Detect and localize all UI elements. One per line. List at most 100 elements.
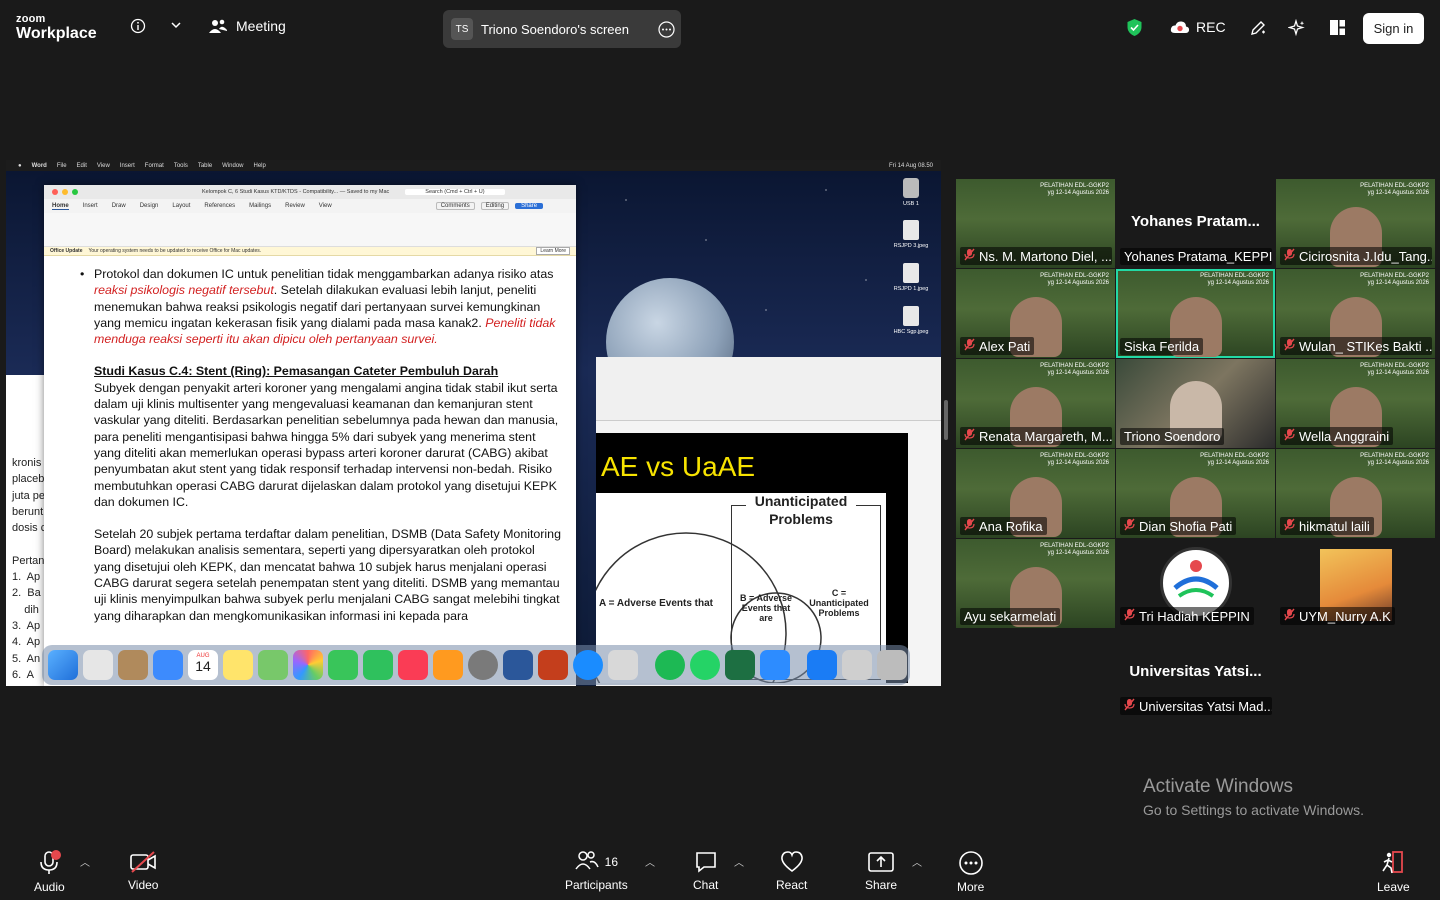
participants-button[interactable]: 16 Participants [565,850,628,892]
calendar-icon[interactable]: AUG 14 [188,650,218,680]
audio-label: Audio [34,880,65,894]
share-doc-button[interactable]: Share [515,203,544,209]
chat-options-caret[interactable]: ︿ [734,854,744,869]
react-button[interactable]: React [776,850,807,892]
tab-design[interactable]: Design [140,203,159,209]
video-button[interactable]: Video [128,850,158,892]
maps-icon[interactable] [258,650,288,680]
participants-options-caret[interactable]: ︿ [645,854,655,869]
tab-layout[interactable]: Layout [172,203,190,209]
participant-tile[interactable]: PELATIHAN EDL-GGKP2 yg 12-14 Agustus 202… [956,359,1115,448]
more-label: More [957,880,985,894]
participant-tile[interactable]: PELATIHAN EDL-GGKP2 yg 12-14 Agustus 202… [956,269,1115,358]
tab-home[interactable]: Home [52,203,69,210]
mail-icon[interactable] [153,650,183,680]
trash-icon[interactable] [877,650,907,680]
participant-name-tag: Triono Soendoro [1120,428,1225,445]
powerpoint-app-icon[interactable] [538,650,568,680]
zoom-app-icon[interactable] [760,650,790,680]
spotify-icon[interactable] [655,650,685,680]
excel-app-icon[interactable] [725,650,755,680]
finder-icon[interactable] [48,650,78,680]
tab-references[interactable]: References [204,203,235,209]
participant-tile[interactable]: UYM_Nurry A.K [1276,539,1435,628]
menu-edit: Edit [76,162,87,169]
launchpad-icon[interactable] [83,650,113,680]
participant-tile[interactable]: PELATIHAN EDL-GGKP2 yg 12-14 Agustus 202… [1276,179,1435,268]
books-icon[interactable] [433,650,463,680]
meeting-menu[interactable]: Meeting [208,18,286,34]
participant-name: Siska Ferilda [1124,339,1200,354]
participant-tile[interactable]: Tri Hadiah KEPPIN [1116,539,1275,628]
participant-tile[interactable]: PELATIHAN EDL-GGKP2 yg 12-14 Agustus 202… [956,179,1115,268]
notes-icon[interactable] [223,650,253,680]
menu-format: Format [144,162,164,169]
participant-tile[interactable]: PELATIHAN EDL-GGKP2 yg 12-14 Agustus 202… [956,449,1115,538]
leave-button[interactable]: Leave [1377,850,1410,894]
participant-tile[interactable]: PELATIHAN EDL-GGKP2 yg 12-14 Agustus 202… [1116,449,1275,538]
more-options-icon[interactable] [658,21,675,38]
recording-indicator[interactable]: REC [1170,19,1226,35]
share-button[interactable]: Share [865,850,897,892]
muted-mic-icon [1284,518,1295,534]
close-window-icon[interactable] [52,189,58,195]
participant-tile[interactable]: Universitas Yatsi... Universitas Yatsi Ma… [1116,629,1275,718]
chat-button[interactable]: Chat [693,850,718,892]
document-body[interactable]: Protokol dan dokumen IC untuk penelitian… [44,256,576,624]
sign-in-button[interactable]: Sign in [1363,13,1424,44]
share-options-caret[interactable]: ︿ [912,854,922,869]
preview-icon[interactable] [608,650,638,680]
music-icon[interactable] [398,650,428,680]
audio-options-caret[interactable]: ︿ [80,854,90,869]
view-layout-icon[interactable] [1329,19,1346,36]
shield-icon[interactable] [1126,18,1143,37]
tab-mailings[interactable]: Mailings [249,203,271,209]
leave-icon [1382,851,1404,874]
word-search[interactable]: Search (Cmd + Ctrl + U) [405,189,505,195]
participant-name-tag: Alex Pati [960,337,1035,355]
contacts-icon[interactable] [118,650,148,680]
comments-button[interactable]: Comments [435,202,475,210]
app-store-icon[interactable] [807,650,837,680]
participant-tile[interactable]: PELATIHAN EDL-GGKP2 yg 12-14 Agustus 202… [1276,269,1435,358]
participant-tile[interactable]: PELATIHAN EDL-GGKP2 yg 12-14 Agustus 202… [956,539,1115,628]
virtual-background-banner: PELATIHAN EDL-GGKP2 yg 12-14 Agustus 202… [1040,273,1109,287]
participant-tile[interactable]: PELATIHAN EDL-GGKP2 yg 12-14 Agustus 202… [1276,449,1435,538]
participant-tile[interactable]: Yohanes Pratam... Yohanes Pratama_KEPPIN [1116,179,1275,268]
people-icon [209,19,227,33]
splitter-handle[interactable] [944,400,948,440]
screen-share-pill[interactable]: TS Triono Soendoro's screen [443,10,681,48]
chevron-down-icon[interactable] [170,20,182,30]
maximize-window-icon[interactable] [72,189,78,195]
annotate-icon[interactable] [1249,19,1267,37]
tab-insert[interactable]: Insert [83,203,98,209]
documents-folder-icon[interactable] [842,650,872,680]
participants-count: 16 [604,855,619,869]
participant-name: Yohanes Pratama_KEPPIN [1124,249,1272,264]
word-app-icon[interactable] [503,650,533,680]
participant-tile[interactable]: PELATIHAN EDL-GGKP2 yg 12-14 Agustus 202… [1116,269,1275,358]
tab-draw[interactable]: Draw [112,203,126,209]
safari-icon[interactable] [573,650,603,680]
audio-button[interactable]: Audio [34,850,65,894]
photos-icon[interactable] [293,650,323,680]
menu-window: Window [222,162,244,169]
tab-review[interactable]: Review [285,203,305,209]
messages-icon[interactable] [328,650,358,680]
more-button[interactable]: More [957,850,984,894]
participant-name-tag: Ana Rofika [960,517,1047,535]
muted-mic-icon [1124,518,1135,534]
participant-tile[interactable]: Triono Soendoro [1116,359,1275,448]
system-settings-icon[interactable] [468,650,498,680]
participant-tile[interactable]: PELATIHAN EDL-GGKP2 yg 12-14 Agustus 202… [1276,359,1435,448]
minimize-window-icon[interactable] [62,189,68,195]
learn-more-button[interactable]: Learn More [536,247,570,255]
info-icon[interactable] [130,18,146,34]
share-screen-icon [868,852,894,872]
tab-view[interactable]: View [319,203,332,209]
ai-companion-icon[interactable] [1288,19,1306,37]
facetime-icon[interactable] [363,650,393,680]
whatsapp-icon[interactable] [690,650,720,680]
top-bar: zoom Workplace Meeting TS Triono Soendor… [0,0,1440,52]
editing-button[interactable]: Editing [480,202,510,210]
